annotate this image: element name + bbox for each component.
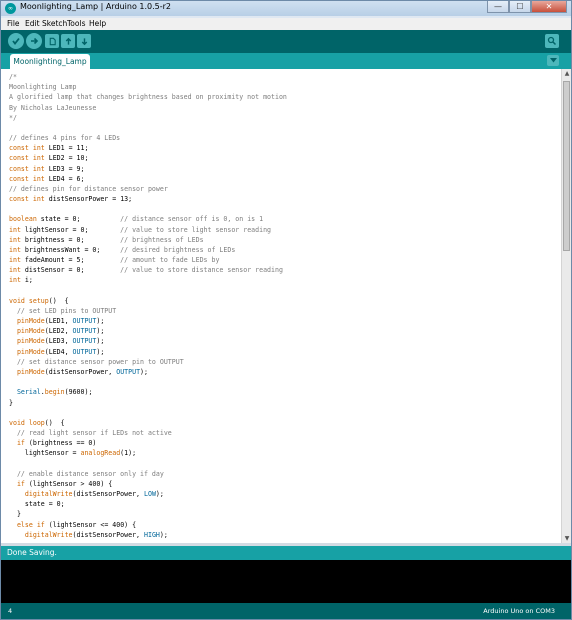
code-line[interactable]: */ bbox=[9, 114, 17, 122]
code-text[interactable]: /* Moonlighting Lamp A glorified lamp th… bbox=[9, 72, 287, 540]
code-line[interactable]: // defines pin for distance sensor power bbox=[9, 185, 168, 193]
bottom-status-bar: 4 Arduino Uno on COM3 bbox=[1, 603, 571, 619]
code-line[interactable]: int brightness = 0; // brightness of LED… bbox=[9, 236, 204, 244]
code-line[interactable]: const int LED3 = 9; bbox=[9, 165, 84, 173]
menu-file[interactable]: File bbox=[7, 19, 20, 28]
tab-moonlighting-lamp[interactable]: Moonlighting_Lamp bbox=[10, 54, 90, 69]
code-line[interactable]: const int distSensorPower = 13; bbox=[9, 195, 132, 203]
new-file-icon bbox=[49, 37, 56, 45]
arrow-up-icon bbox=[65, 37, 71, 45]
menu-sketch[interactable]: Sketch bbox=[42, 19, 67, 28]
code-line[interactable]: int distSensor = 0; // value to store di… bbox=[9, 266, 283, 274]
status-message: Done Saving. bbox=[7, 548, 57, 557]
code-line[interactable]: pinMode(LED3, OUTPUT); bbox=[9, 337, 104, 345]
code-editor[interactable]: /* Moonlighting Lamp A glorified lamp th… bbox=[1, 69, 571, 543]
code-line[interactable]: int lightSensor = 0; // value to store l… bbox=[9, 226, 271, 234]
code-line[interactable]: pinMode(LED4, OUTPUT); bbox=[9, 348, 104, 356]
code-line[interactable]: const int LED4 = 6; bbox=[9, 175, 84, 183]
title-bar[interactable]: ∞ Moonlighting_Lamp | Arduino 1.0.5-r2 —… bbox=[1, 1, 571, 16]
editor-scrollbar[interactable]: ▲ ▼ bbox=[561, 69, 571, 543]
arduino-ide-window: ∞ Moonlighting_Lamp | Arduino 1.0.5-r2 —… bbox=[0, 0, 572, 620]
code-line[interactable]: } bbox=[9, 399, 13, 407]
code-line[interactable]: int fadeAmount = 5; // amount to fade LE… bbox=[9, 256, 219, 264]
code-line[interactable]: } bbox=[9, 510, 21, 518]
verify-button[interactable] bbox=[8, 33, 24, 49]
code-line[interactable]: const int LED2 = 10; bbox=[9, 154, 88, 162]
tab-menu-button[interactable] bbox=[547, 55, 559, 66]
code-line[interactable]: By Nicholas LaJeunesse bbox=[9, 104, 96, 112]
code-line[interactable]: pinMode(distSensorPower, OUTPUT); bbox=[9, 368, 148, 376]
arrow-right-icon bbox=[31, 37, 39, 45]
scroll-down-icon[interactable]: ▼ bbox=[563, 535, 571, 542]
upload-button[interactable] bbox=[26, 33, 42, 49]
minimize-button[interactable]: — bbox=[487, 1, 509, 13]
window-controls: — ☐ ✕ bbox=[487, 1, 567, 14]
code-line[interactable]: Moonlighting Lamp bbox=[9, 83, 77, 91]
board-port-label: Arduino Uno on COM3 bbox=[483, 607, 555, 615]
code-line[interactable]: else if (lightSensor <= 400) { bbox=[9, 521, 136, 529]
save-button[interactable] bbox=[77, 34, 91, 48]
code-line[interactable]: // defines 4 pins for 4 LEDs bbox=[9, 134, 120, 142]
code-line[interactable]: state = 0; bbox=[9, 500, 65, 508]
code-line[interactable]: int brightnessWant = 0; // desired brigh… bbox=[9, 246, 235, 254]
console-output[interactable] bbox=[1, 560, 571, 603]
code-line[interactable]: digitalWrite(distSensorPower, LOW); bbox=[9, 490, 164, 498]
status-bar: Done Saving. bbox=[1, 546, 571, 560]
menu-tools[interactable]: Tools bbox=[67, 19, 85, 28]
code-line[interactable]: pinMode(LED1, OUTPUT); bbox=[9, 317, 104, 325]
code-line[interactable]: digitalWrite(distSensorPower, HIGH); bbox=[9, 531, 168, 539]
magnifier-icon bbox=[547, 36, 557, 46]
code-line[interactable]: void setup() { bbox=[9, 297, 69, 305]
scrollbar-thumb[interactable] bbox=[563, 81, 570, 251]
arduino-logo-icon: ∞ bbox=[5, 3, 16, 14]
toolbar bbox=[1, 30, 571, 53]
code-line[interactable]: /* bbox=[9, 73, 17, 81]
code-line[interactable]: const int LED1 = 11; bbox=[9, 144, 88, 152]
line-number: 4 bbox=[8, 607, 13, 615]
code-line[interactable]: if (lightSensor > 400) { bbox=[9, 480, 112, 488]
code-line[interactable]: Serial.begin(9600); bbox=[9, 388, 92, 396]
triangle-down-icon bbox=[549, 58, 557, 63]
code-line[interactable]: int i; bbox=[9, 276, 33, 284]
menu-bar: File Edit Sketch Tools Help bbox=[1, 18, 571, 30]
code-line[interactable]: A glorified lamp that changes brightness… bbox=[9, 93, 287, 101]
close-button[interactable]: ✕ bbox=[531, 1, 567, 13]
code-line[interactable]: lightSensor = analogRead(1); bbox=[9, 449, 136, 457]
menu-help[interactable]: Help bbox=[89, 19, 106, 28]
open-button[interactable] bbox=[61, 34, 75, 48]
tab-bar: Moonlighting_Lamp bbox=[1, 53, 571, 69]
window-title: Moonlighting_Lamp | Arduino 1.0.5-r2 bbox=[20, 2, 171, 11]
code-line[interactable]: pinMode(LED2, OUTPUT); bbox=[9, 327, 104, 335]
code-line[interactable]: // set LED pins to OUTPUT bbox=[9, 307, 116, 315]
code-line[interactable]: void loop() { bbox=[9, 419, 65, 427]
scroll-up-icon[interactable]: ▲ bbox=[563, 70, 571, 77]
code-line[interactable]: if (brightness == 0) bbox=[9, 439, 96, 447]
code-line[interactable]: // enable distance sensor only if day bbox=[9, 470, 164, 478]
serial-monitor-button[interactable] bbox=[545, 34, 559, 48]
check-icon bbox=[12, 37, 20, 45]
code-line[interactable]: // read light sensor if LEDs not active bbox=[9, 429, 172, 437]
code-line[interactable]: // set distance sensor power pin to OUTP… bbox=[9, 358, 184, 366]
maximize-button[interactable]: ☐ bbox=[509, 1, 531, 13]
menu-edit[interactable]: Edit bbox=[25, 19, 40, 28]
code-line[interactable]: boolean state = 0; // distance sensor of… bbox=[9, 215, 263, 223]
new-sketch-button[interactable] bbox=[45, 34, 59, 48]
arrow-down-icon bbox=[81, 37, 87, 45]
